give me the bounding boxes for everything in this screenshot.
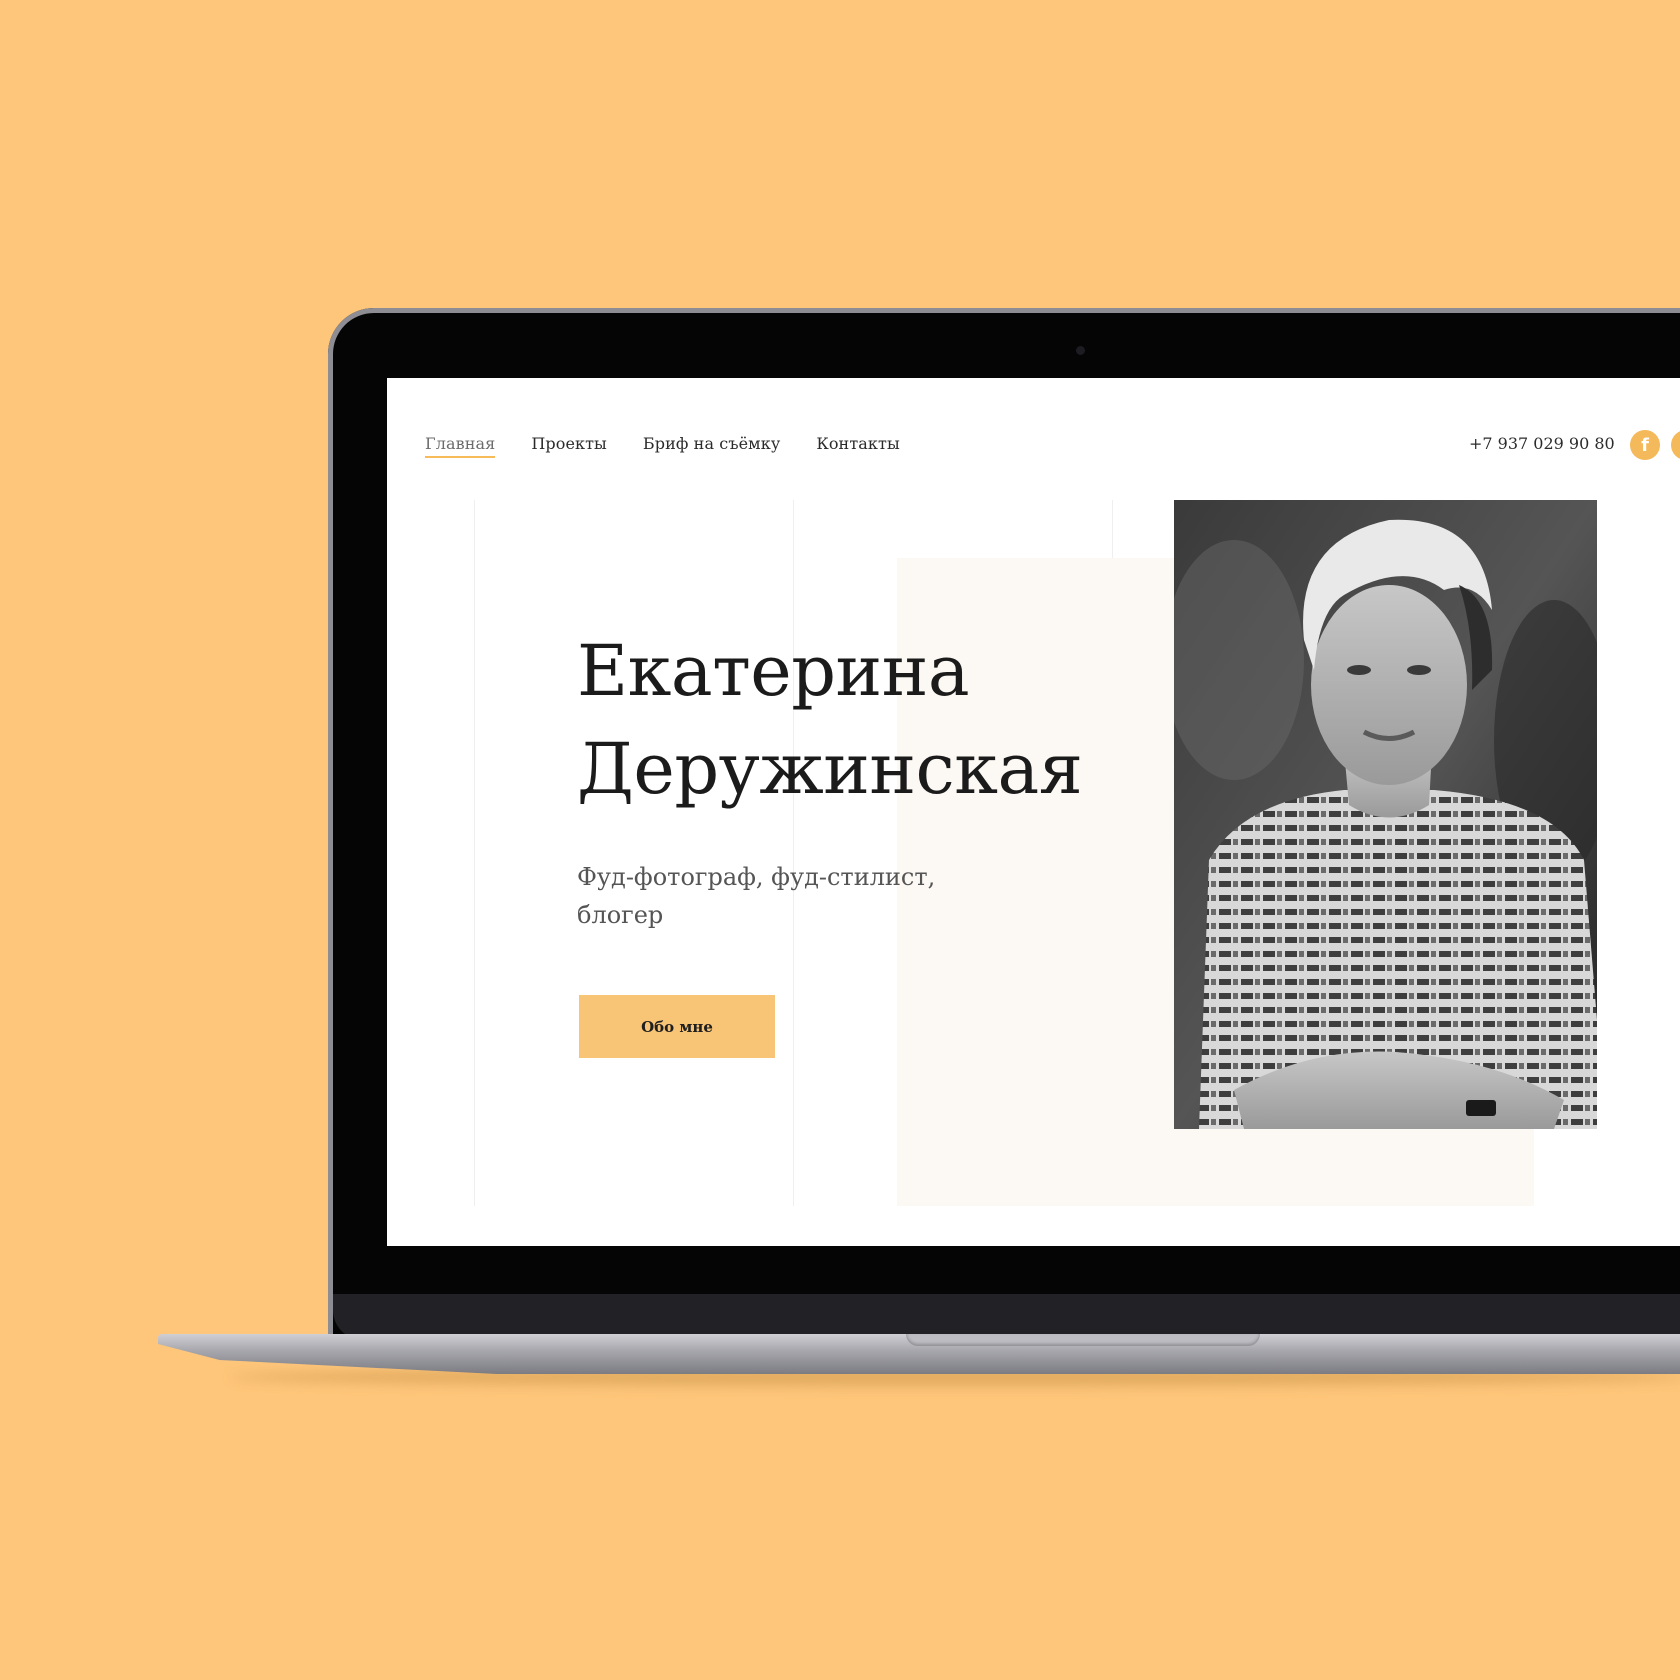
portrait-photo	[1174, 500, 1597, 1129]
webcam	[1076, 346, 1085, 355]
grid-line	[474, 500, 475, 1206]
nav-item-brief[interactable]: Бриф на съёмку	[643, 434, 780, 458]
laptop-hinge-notch	[906, 1334, 1260, 1346]
website-screen: Главная Проекты Бриф на съёмку Контакты …	[387, 378, 1680, 1246]
about-me-button[interactable]: Обо мне	[579, 995, 775, 1058]
hero-subtitle: Фуд-фотограф, фуд-стилист, блогер	[577, 863, 936, 929]
facebook-icon[interactable]: f	[1630, 430, 1660, 460]
grid-line	[793, 500, 794, 1206]
nav-item-contacts[interactable]: Контакты	[816, 434, 899, 458]
phone-number[interactable]: +7 937 029 90 80	[1469, 434, 1615, 453]
nav-item-projects[interactable]: Проекты	[531, 434, 607, 458]
social-icon[interactable]	[1671, 430, 1680, 460]
facebook-glyph: f	[1641, 434, 1649, 456]
hero-name-last: Деружинская	[577, 728, 1083, 810]
hero-name: Екатерина Деружинская	[577, 622, 1083, 818]
main-nav: Главная Проекты Бриф на съёмку Контакты	[425, 434, 900, 458]
nav-item-home[interactable]: Главная	[425, 434, 496, 458]
hero-name-first: Екатерина	[577, 630, 970, 712]
